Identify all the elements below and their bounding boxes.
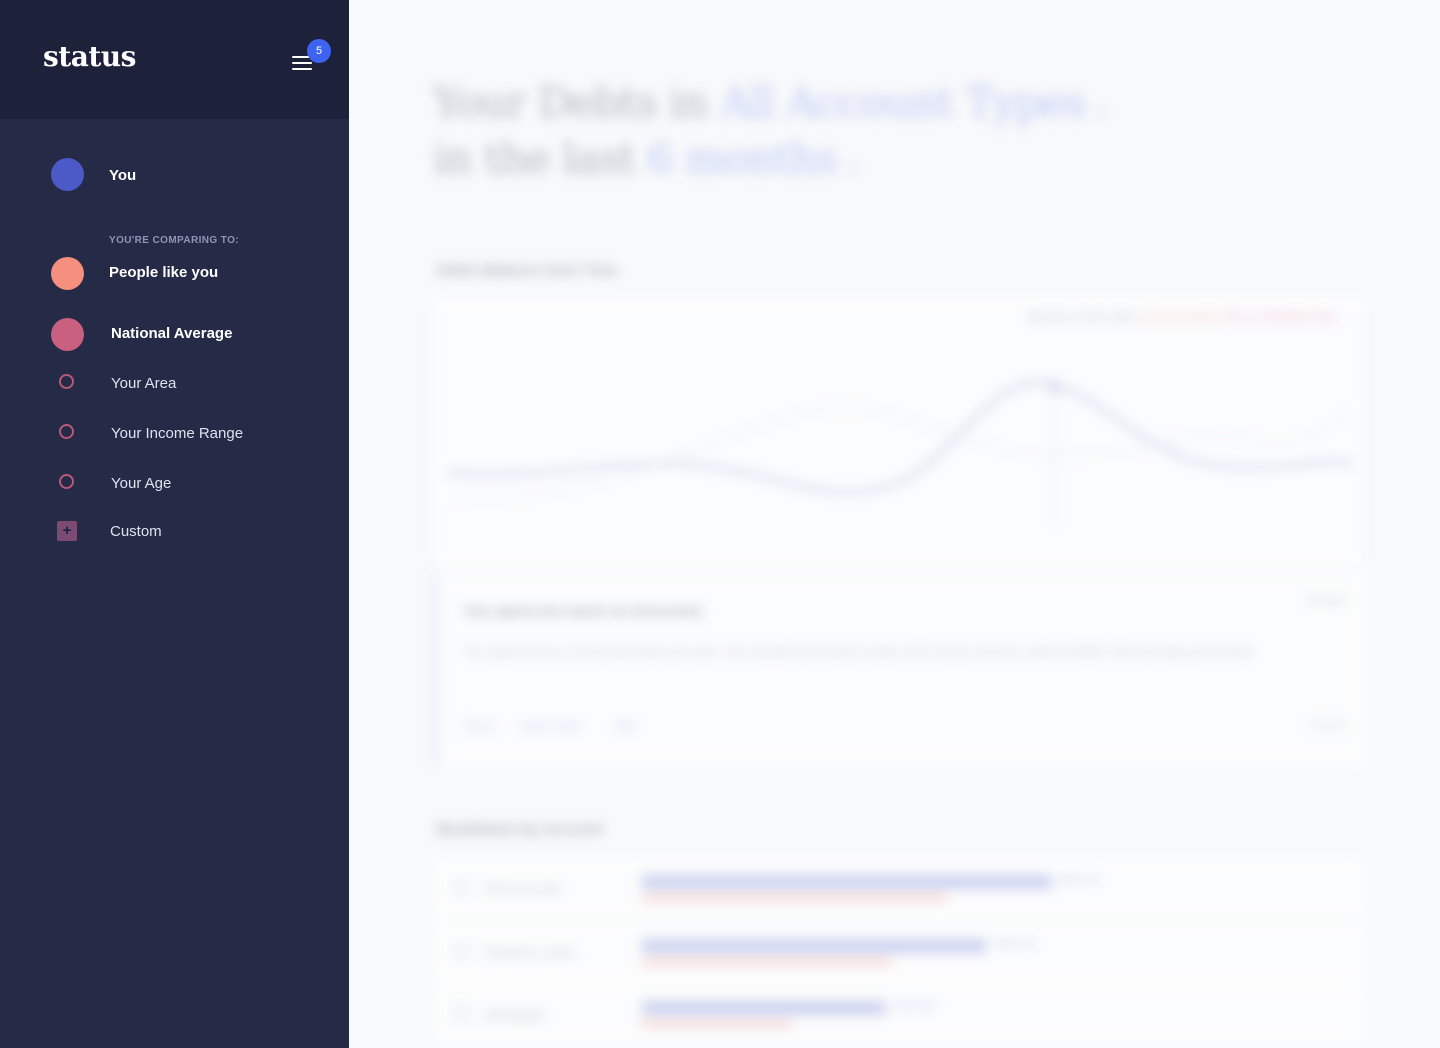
people-like-you-dot [51,257,84,290]
comparing-heading: YOU'RE COMPARING TO: [109,235,240,246]
you-bar [642,875,1052,889]
unselected-radio-icon [59,374,74,389]
page-headline-line2: in the last 6 months ▾ [433,134,856,183]
compare-item-your-area[interactable]: Your Area [0,364,349,404]
chart-section-title: Debts Balance Over Time [437,262,618,279]
you-color-dot [51,158,84,191]
unselected-radio-icon [59,424,74,439]
breakdown-section-title: Breakdown by Account [437,821,604,838]
account-name: Mortgage [485,1006,545,1022]
logo[interactable]: status [43,40,136,73]
insight-tag: Spotlight [1304,595,1347,607]
compare-item-people-like-you[interactable]: People like you [0,253,349,293]
sidebar: status 5 You YOU'RE COMPARING TO: People… [0,0,349,1048]
account-value: $54,210 [1061,874,1101,886]
account-row[interactable]: All Accounts $54,210 [433,858,1365,918]
account-value: $32,600 [896,1000,936,1012]
compare-label: Your Area [111,375,177,392]
headline-text: in the last [433,134,636,183]
insight-link[interactable]: Ask [615,719,635,733]
account-icon [453,1004,471,1022]
debt-line-chart [446,375,1354,525]
account-row[interactable]: Mortgage $32,600 [433,984,1365,1044]
blurred-content: Your Debts in All Account Types ▾ in the… [349,0,1440,1048]
insight-card: You spent too much on Groceries You spen… [433,573,1369,765]
compare-label: People like you [109,264,219,281]
time-range-dropdown[interactable]: 6 months [647,134,838,183]
dismiss-button[interactable]: Dismiss [1309,719,1348,731]
national-average-dot [51,318,84,351]
account-value: $45,320 [996,938,1036,950]
insight-title: You spent too much on Groceries [463,603,703,620]
you-bar [642,1001,886,1015]
chevron-down-icon[interactable]: ▾ [1098,105,1105,121]
chart-marker-dot[interactable] [1049,381,1061,393]
sidebar-header: status 5 [0,0,349,119]
unselected-radio-icon [59,474,74,489]
account-name: All Accounts [485,880,562,896]
compare-item-your-income-range[interactable]: Your Income Range [0,414,349,454]
you-series-line [446,380,1354,495]
sidebar-item-you[interactable]: You [0,155,349,195]
insight-link[interactable]: Learn more [519,719,580,733]
chart-card: Based on this data 12% vs Peers 4% vs Na… [433,295,1365,570]
account-row[interactable]: Student Loans $45,320 [433,922,1365,982]
chevron-down-icon[interactable]: ▾ [849,161,856,177]
insight-body: You spend more on Groceries than you ear… [463,644,1256,659]
headline-text: Your Debts in [433,78,709,127]
you-bar [642,939,986,953]
compare-label: Your Age [111,475,172,492]
peer-bar [642,1021,792,1027]
compare-item-your-age[interactable]: Your Age [0,464,349,504]
peer-bar [642,895,947,901]
custom-label[interactable]: Custom [110,523,162,540]
account-icon [453,942,471,960]
peer-bar [642,959,892,965]
account-type-dropdown[interactable]: All Account Types [720,78,1087,127]
page-headline-line1: Your Debts in All Account Types ▾ [433,78,1105,127]
add-custom-icon[interactable]: + [57,521,77,541]
notification-badge[interactable]: 5 [307,39,331,63]
you-label: You [109,167,137,184]
compare-label: Your Income Range [111,425,244,442]
compare-item-national-average[interactable]: National Average [0,314,349,354]
account-icon [453,878,471,896]
insight-link[interactable]: Tip #1 [463,719,496,733]
account-name: Student Loans [485,944,576,960]
main-content: Your Debts in All Account Types ▾ in the… [349,0,1440,1048]
compare-label: National Average [111,325,233,342]
